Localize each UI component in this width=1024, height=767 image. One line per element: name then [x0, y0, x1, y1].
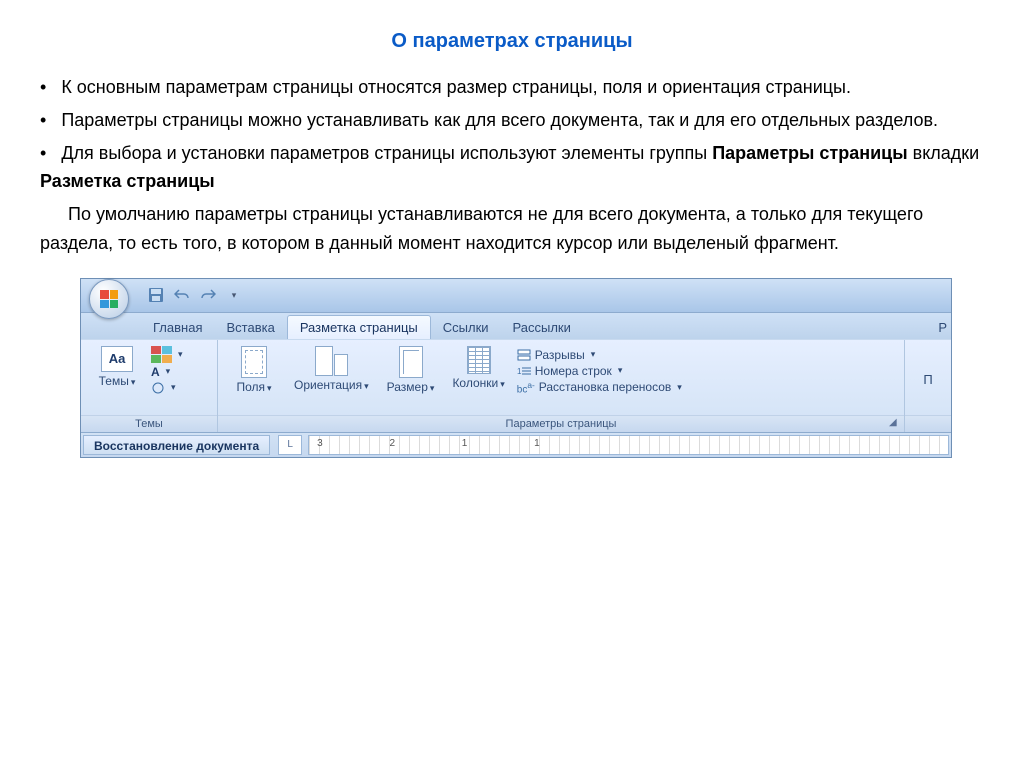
columns-label: Колонки [452, 376, 498, 390]
tab-insert[interactable]: Вставка [214, 316, 286, 339]
office-logo-icon [100, 290, 118, 308]
hyphenation-label: Расстановка переносов [539, 380, 672, 394]
orientation-label: Ориентация [294, 378, 362, 392]
word-window: ▾ Главная Вставка Разметка страницы Ссыл… [80, 278, 952, 458]
margins-label: Поля [236, 380, 265, 394]
redo-icon[interactable] [199, 286, 217, 304]
body-text: • К основным параметрам страницы относят… [40, 73, 984, 258]
recovery-pane-title: Восстановление документа [83, 435, 270, 455]
ribbon-tabs: Главная Вставка Разметка страницы Ссылки… [81, 313, 951, 339]
line-numbers-button[interactable]: 1 Номера строк▾ [517, 364, 682, 378]
group-partial-footer [905, 415, 951, 432]
bullet-2: Параметры страницы можно устанавливать к… [61, 110, 938, 130]
bullet-3-bold-2: Разметка страницы [40, 171, 215, 191]
breaks-label: Разрывы [535, 348, 585, 362]
orientation-button[interactable]: Ориентация▾ [288, 344, 375, 394]
margins-icon [241, 346, 267, 378]
bullet-1: К основным параметрам страницы относятся… [61, 77, 851, 97]
group-page-setup-label: Параметры страницы [218, 415, 904, 432]
hyphenation-button[interactable]: bca- Расстановка переносов▾ [517, 380, 682, 395]
size-label: Размер [387, 380, 428, 394]
tab-partial[interactable]: Р [926, 316, 951, 339]
group-themes-label: Темы [81, 415, 217, 432]
partial-label: П [923, 372, 932, 387]
orientation-icon [315, 346, 348, 376]
titlebar: ▾ [81, 279, 951, 313]
size-button[interactable]: Размер▾ [381, 344, 441, 396]
page-setup-dialog-launcher[interactable]: ◢ [889, 417, 901, 429]
themes-aa-icon: Aa [101, 346, 133, 372]
margins-button[interactable]: Поля▾ [226, 344, 282, 396]
paragraph: По умолчанию параметры страницы устанавл… [40, 200, 984, 258]
group-partial-right: П [905, 340, 951, 432]
bullet-3-bold-1: Параметры страницы [712, 143, 907, 163]
tab-home[interactable]: Главная [141, 316, 214, 339]
breaks-icon [517, 349, 531, 361]
horizontal-ruler[interactable]: 3 2 1 1 [308, 435, 949, 455]
breaks-button[interactable]: Разрывы▾ [517, 348, 682, 362]
tab-mailings[interactable]: Рассылки [501, 316, 583, 339]
columns-button[interactable]: Колонки▾ [446, 344, 510, 392]
bullet-3: Для выбора и установки параметров страни… [61, 143, 707, 163]
slide-title: О параметрах страницы [40, 30, 984, 53]
theme-colors-button[interactable]: ▾ [151, 346, 183, 363]
save-icon[interactable] [147, 286, 165, 304]
theme-fonts-button[interactable]: A▾ [151, 365, 183, 379]
ribbon: Aa Темы▾ ▾ A▾ ▾ Темы Поля▾ [81, 339, 951, 432]
tab-page-layout[interactable]: Разметка страницы [287, 315, 431, 339]
group-page-setup: Поля▾ Ориентация▾ Размер▾ [218, 340, 905, 432]
ruler-numbers: 3 2 1 1 [317, 438, 572, 449]
theme-effects-button[interactable]: ▾ [151, 381, 183, 395]
line-numbers-icon: 1 [517, 365, 531, 377]
tab-references[interactable]: Ссылки [431, 316, 501, 339]
quick-access-toolbar: ▾ [147, 286, 243, 304]
ruler-bar: Восстановление документа L 3 2 1 1 [81, 432, 951, 457]
qat-customize-icon[interactable]: ▾ [225, 286, 243, 304]
hyphenation-icon: bca- [517, 380, 535, 395]
svg-text:1: 1 [517, 367, 522, 376]
undo-icon[interactable] [173, 286, 191, 304]
themes-label: Темы [99, 374, 129, 388]
tab-selector[interactable]: L [278, 435, 302, 455]
size-icon [399, 346, 423, 378]
line-numbers-label: Номера строк [535, 364, 612, 378]
columns-icon [467, 346, 491, 374]
themes-button[interactable]: Aa Темы▾ [89, 344, 145, 390]
bullet-3-mid: вкладки [908, 143, 980, 163]
office-button[interactable] [89, 279, 129, 319]
group-themes: Aa Темы▾ ▾ A▾ ▾ Темы [81, 340, 218, 432]
